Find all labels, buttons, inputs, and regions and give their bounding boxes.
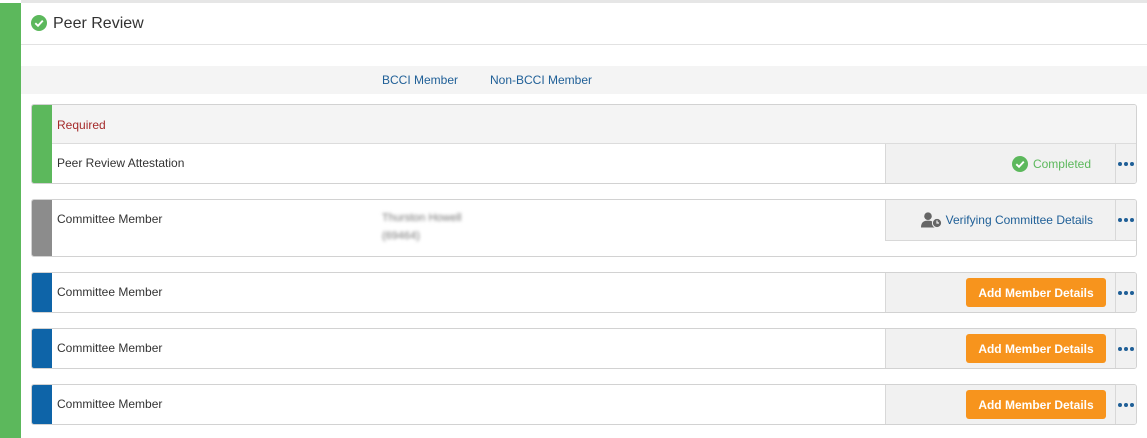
member-name: Thurston Howell	[382, 212, 462, 224]
ellipsis-icon	[1118, 402, 1134, 407]
attestation-status-cell: Completed	[885, 144, 1115, 183]
attestation-more-button[interactable]	[1115, 144, 1136, 183]
tab-bcci-member[interactable]: BCCI Member	[382, 73, 458, 87]
committee-member-label: Committee Member	[57, 285, 163, 299]
completed-label: Completed	[1032, 157, 1091, 171]
add-member-details-button[interactable]: Add Member Details	[966, 390, 1106, 419]
member-type-tabs: BCCI Member Non-BCCI Member	[21, 66, 1147, 94]
section-title: Peer Review	[53, 14, 144, 32]
committee-card: Committee Member Add Member Details	[31, 272, 1137, 313]
ellipsis-icon	[1118, 346, 1134, 351]
committee-status-cell: Verifying Committee Details	[885, 200, 1115, 241]
section-header[interactable]: Peer Review	[21, 3, 1147, 45]
required-heading: Required	[57, 118, 106, 132]
committee-more-button[interactable]	[1115, 273, 1136, 312]
committee-row: Committee Member Add Member Details	[52, 273, 1136, 312]
peer-review-panel: Peer Review BCCI Member Non-BCCI Member …	[0, 0, 1147, 438]
ellipsis-icon	[1118, 290, 1134, 295]
card-status-strip	[32, 385, 52, 424]
committee-card: Committee Member Add Member Details	[31, 384, 1137, 425]
user-clock-icon	[920, 212, 942, 228]
verifying-status-link[interactable]: Verifying Committee Details	[920, 212, 1093, 228]
committee-more-button[interactable]	[1115, 200, 1136, 241]
add-member-details-button[interactable]: Add Member Details	[966, 334, 1106, 363]
committee-row: Committee Member Add Member Details	[52, 329, 1136, 368]
section-status-bar	[0, 3, 21, 438]
committee-row: Committee Member Add Member Details	[52, 385, 1136, 424]
committee-member-label: Committee Member	[57, 397, 163, 411]
card-status-strip	[32, 105, 52, 183]
card-status-strip	[32, 329, 52, 368]
committee-action-cell: Add Member Details	[885, 329, 1115, 368]
member-id: (69464)	[382, 230, 420, 242]
add-member-details-button[interactable]: Add Member Details	[966, 278, 1106, 307]
completed-status: Completed	[1011, 156, 1091, 172]
card-status-strip	[32, 273, 52, 312]
verifying-label: Verifying Committee Details	[945, 213, 1093, 227]
attestation-label: Peer Review Attestation	[57, 156, 185, 170]
committee-action-cell: Add Member Details	[885, 385, 1115, 424]
ellipsis-icon	[1118, 161, 1134, 166]
committee-member-label: Committee Member	[57, 341, 163, 355]
committee-member-label: Committee Member	[57, 212, 163, 226]
check-circle-icon	[1011, 156, 1028, 172]
required-card: Required Peer Review Attestation Complet…	[31, 104, 1137, 184]
committee-more-button[interactable]	[1115, 329, 1136, 368]
card-status-strip	[32, 200, 52, 256]
committee-card: Committee Member Thurston Howell (69464)…	[31, 199, 1137, 257]
committee-card: Committee Member Add Member Details	[31, 328, 1137, 369]
committee-row: Committee Member Thurston Howell (69464)…	[52, 200, 1136, 242]
committee-action-cell: Add Member Details	[885, 273, 1115, 312]
committee-more-button[interactable]	[1115, 385, 1136, 424]
required-header: Required	[52, 105, 1136, 144]
attestation-row: Peer Review Attestation Completed	[52, 144, 1136, 183]
check-circle-icon	[31, 15, 47, 34]
ellipsis-icon	[1118, 218, 1134, 222]
tab-non-bcci-member[interactable]: Non-BCCI Member	[490, 73, 592, 87]
